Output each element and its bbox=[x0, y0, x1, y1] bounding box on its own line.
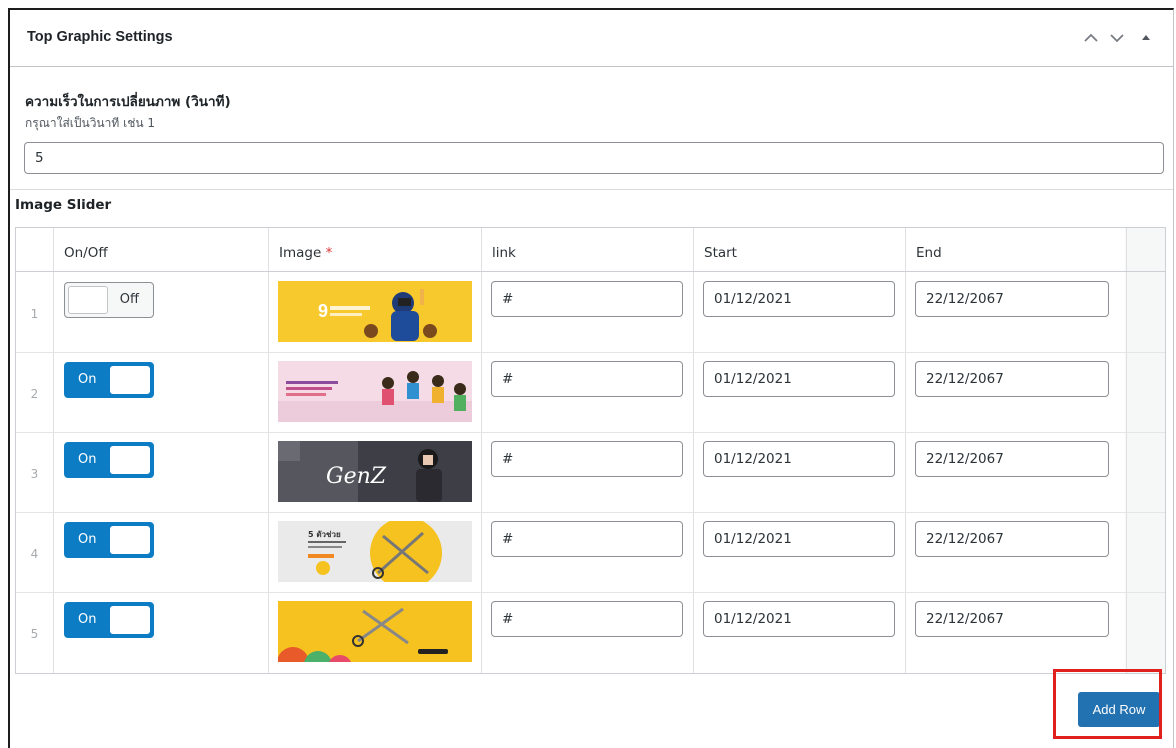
table-row: 1 Off 9 # 01/12/2021 22/12/2067 bbox=[16, 272, 1165, 353]
start-date-input[interactable]: 01/12/2021 bbox=[703, 441, 895, 477]
row-toggle[interactable]: On bbox=[64, 442, 154, 478]
col-onoff-header: On/Off bbox=[64, 245, 108, 261]
start-date-input[interactable]: 01/12/2021 bbox=[703, 281, 895, 317]
row-toggle[interactable]: On bbox=[64, 362, 154, 398]
col-image-header: Image * bbox=[279, 228, 332, 271]
panel-title: Top Graphic Settings bbox=[27, 29, 173, 45]
row-number: 3 bbox=[30, 467, 39, 481]
end-date-input[interactable]: 22/12/2067 bbox=[915, 281, 1109, 317]
row-toggle[interactable]: On bbox=[64, 522, 154, 558]
speed-label: ความเร็วในการเปลี่ยนภาพ (วินาที) bbox=[25, 94, 231, 110]
col-image-label: Image bbox=[279, 245, 322, 261]
table-row: 2 On # 01/12/2021 22/12/2067 bbox=[16, 352, 1165, 433]
triangle-up-icon[interactable] bbox=[1136, 28, 1156, 48]
table-row: 5 On # 01/12/2021 22/12/2067 bbox=[16, 592, 1165, 672]
table-header: On/Off Image * link Start End bbox=[16, 228, 1165, 272]
start-date-input[interactable]: 01/12/2021 bbox=[703, 601, 895, 637]
panel-header: Top Graphic Settings bbox=[10, 10, 1173, 67]
chevron-down-icon[interactable] bbox=[1107, 28, 1127, 48]
end-date-input[interactable]: 22/12/2067 bbox=[915, 521, 1109, 557]
row-toggle[interactable]: Off bbox=[64, 282, 154, 318]
link-input[interactable]: # bbox=[491, 441, 683, 477]
col-end-header: End bbox=[916, 245, 942, 261]
toggle-label: On bbox=[78, 532, 97, 547]
slide-image[interactable]: GenZ bbox=[278, 441, 472, 502]
toggle-label: Off bbox=[119, 292, 139, 307]
link-input[interactable]: # bbox=[491, 601, 683, 637]
slide-image-text: GenZ bbox=[326, 464, 387, 489]
slide-image[interactable] bbox=[278, 361, 472, 422]
slide-image[interactable]: 9 bbox=[278, 281, 472, 342]
toggle-label: On bbox=[78, 612, 97, 627]
slide-image-text: 5 ตัวช่วย bbox=[308, 530, 341, 539]
toggle-knob bbox=[68, 286, 108, 314]
speed-input[interactable]: 5 bbox=[24, 142, 1164, 174]
slide-image-text: 9 bbox=[318, 301, 328, 321]
toggle-knob bbox=[110, 446, 150, 474]
row-number: 4 bbox=[30, 547, 39, 561]
image-slider-label: Image Slider bbox=[15, 197, 112, 213]
col-start-header: Start bbox=[704, 245, 737, 261]
toggle-knob bbox=[110, 526, 150, 554]
image-slider-table: On/Off Image * link Start End 1 Off 9 # … bbox=[15, 227, 1166, 674]
speed-help-text: กรุณาใส่เป็นวินาที เช่น 1 bbox=[25, 116, 155, 130]
required-marker: * bbox=[325, 245, 333, 261]
highlight-box bbox=[1053, 669, 1162, 739]
end-date-input[interactable]: 22/12/2067 bbox=[915, 361, 1109, 397]
end-date-input[interactable]: 22/12/2067 bbox=[915, 441, 1109, 477]
row-number: 5 bbox=[30, 627, 39, 641]
slide-image[interactable]: 5 ตัวช่วย bbox=[278, 521, 472, 582]
row-number: 1 bbox=[30, 307, 39, 321]
table-row: 4 On 5 ตัวช่วย # 01/12/2021 22/12/2067 bbox=[16, 512, 1165, 593]
table-row: 3 On GenZ # 01/12/2021 22/12/2067 bbox=[16, 432, 1165, 513]
toggle-label: On bbox=[78, 372, 97, 387]
link-input[interactable]: # bbox=[491, 521, 683, 557]
toggle-label: On bbox=[78, 452, 97, 467]
toggle-knob bbox=[110, 606, 150, 634]
end-date-input[interactable]: 22/12/2067 bbox=[915, 601, 1109, 637]
chevron-up-icon[interactable] bbox=[1081, 28, 1101, 48]
toggle-knob bbox=[110, 366, 150, 394]
link-input[interactable]: # bbox=[491, 361, 683, 397]
start-date-input[interactable]: 01/12/2021 bbox=[703, 521, 895, 557]
speed-section: ความเร็วในการเปลี่ยนภาพ (วินาที) กรุณาใส… bbox=[10, 67, 1173, 190]
start-date-input[interactable]: 01/12/2021 bbox=[703, 361, 895, 397]
row-number: 2 bbox=[30, 387, 39, 401]
row-toggle[interactable]: On bbox=[64, 602, 154, 638]
slide-image[interactable] bbox=[278, 601, 472, 662]
col-link-header: link bbox=[492, 245, 516, 261]
link-input[interactable]: # bbox=[491, 281, 683, 317]
